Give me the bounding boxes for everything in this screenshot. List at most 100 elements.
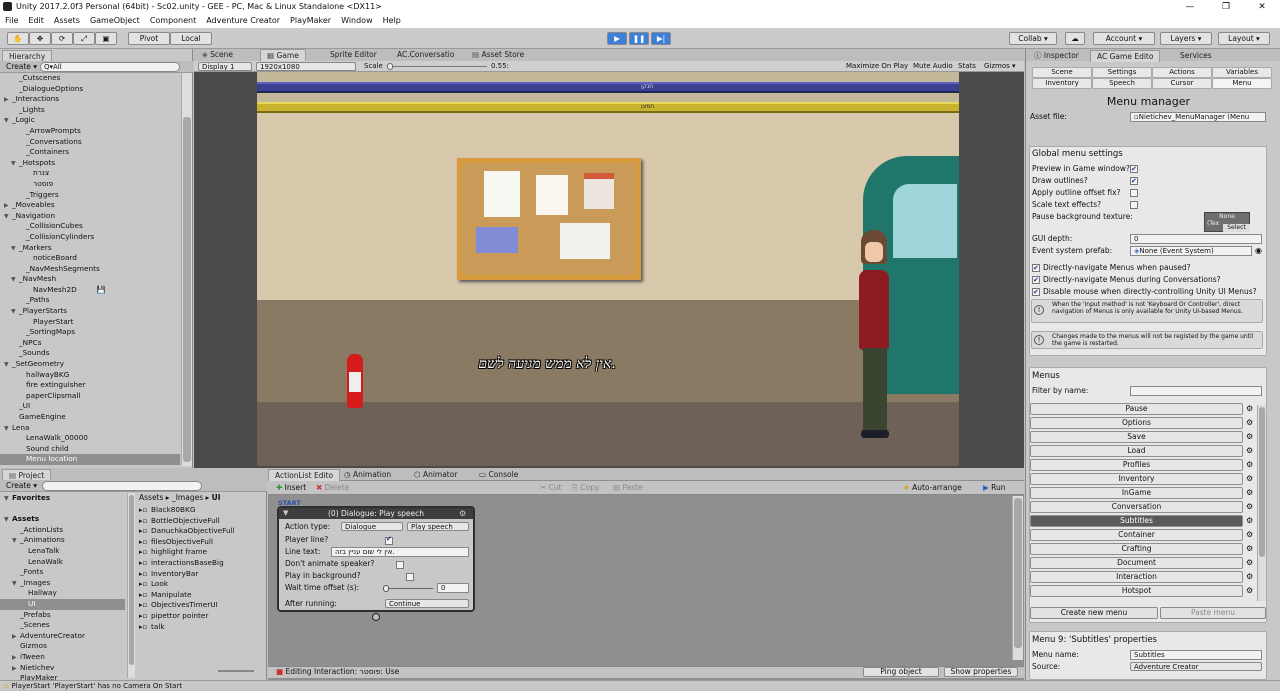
breadcrumb-assets[interactable]: Assets xyxy=(139,493,163,502)
line-text-field[interactable]: אין לי שום עניין בזה. xyxy=(331,547,469,557)
hierarchy-item[interactable]: ▼ _Navigation xyxy=(0,211,180,222)
notice-board[interactable] xyxy=(457,158,641,280)
collapse-arrow-icon[interactable]: ▼ xyxy=(4,424,12,434)
hierarchy-item[interactable]: פוסטר xyxy=(0,179,180,190)
after-running-dropdown[interactable]: Continue xyxy=(385,599,469,608)
hierarchy-item[interactable]: _CollisionCubes xyxy=(0,221,180,232)
menu-entry-document[interactable]: Document xyxy=(1030,557,1243,569)
hierarchy-item[interactable]: ▶ _Moveables xyxy=(0,200,180,211)
hierarchy-item[interactable]: _Containers xyxy=(0,147,180,158)
menu-entry-hotspot[interactable]: Hotspot xyxy=(1030,585,1243,597)
file-item[interactable]: ▸▫ filesObjectiveFull xyxy=(139,537,264,548)
project-folder-item[interactable]: _ActionLists xyxy=(0,525,125,536)
hierarchy-search-input[interactable]: Q▾All xyxy=(40,62,180,72)
asset-file-field[interactable]: ▫Nietichev_MenuManager (Menu xyxy=(1130,112,1266,122)
layers-dropdown[interactable]: Layers ▾ xyxy=(1160,32,1212,45)
menu-entry-subtitles[interactable]: Subtitles xyxy=(1030,515,1243,527)
tab-services[interactable]: Services xyxy=(1174,50,1218,62)
hierarchy-item[interactable]: _Conversations xyxy=(0,137,180,148)
hierarchy-item[interactable]: LenaWalk_00000 xyxy=(0,433,180,444)
file-item[interactable]: ▸▫ Black80BKG xyxy=(139,505,264,516)
menu-entry-profiles[interactable]: Profiles xyxy=(1030,459,1243,471)
account-dropdown[interactable]: Account ▾ xyxy=(1093,32,1155,45)
play-button[interactable]: ▶ xyxy=(607,32,627,45)
menu-gear-icon[interactable]: ⚙ xyxy=(1246,405,1254,413)
minimize-button[interactable]: — xyxy=(1172,0,1208,14)
display-dropdown[interactable]: Display 1 xyxy=(198,62,252,71)
run-button[interactable]: ▶ Run xyxy=(983,481,1006,495)
project-folder-item[interactable]: UI xyxy=(0,598,125,610)
expand-arrow-icon[interactable]: ▶ xyxy=(12,632,20,642)
project-folder-item[interactable]: ▼ Favorites xyxy=(0,493,125,504)
event-prefab-field[interactable]: ◈None (Event System) xyxy=(1130,246,1252,256)
file-item[interactable]: ▸▫ interactionsBaseBig xyxy=(139,558,264,569)
menu-gear-icon[interactable]: ⚙ xyxy=(1246,545,1254,553)
checkbox[interactable] xyxy=(1130,175,1138,187)
file-item[interactable]: ▸▫ highlight frame xyxy=(139,547,264,558)
file-item[interactable]: ▸▫ pipettor pointer xyxy=(139,611,264,622)
collapse-arrow-icon[interactable]: ▼ xyxy=(11,159,19,169)
menu-entry-crafting[interactable]: Crafting xyxy=(1030,543,1243,555)
menu-gear-icon[interactable]: ⚙ xyxy=(1246,419,1254,427)
hierarchy-item[interactable]: _DialogueOptions xyxy=(0,84,180,95)
hierarchy-item[interactable]: _Lights xyxy=(0,105,180,116)
hierarchy-item[interactable]: _ArrowPrompts xyxy=(0,126,180,137)
rect-tool-icon[interactable]: ▣ xyxy=(95,32,117,45)
scale-tool-icon[interactable]: ⤢ xyxy=(73,32,95,45)
menu-gear-icon[interactable]: ⚙ xyxy=(1246,531,1254,539)
checkbox[interactable] xyxy=(1032,274,1040,286)
menu-help[interactable]: Help xyxy=(378,14,406,28)
menu-gear-icon[interactable]: ⚙ xyxy=(1246,503,1254,511)
breadcrumb-ui[interactable]: UI xyxy=(212,493,221,502)
file-item[interactable]: ▸▫ talk xyxy=(139,622,264,633)
hierarchy-item[interactable]: hallwayBKG xyxy=(0,370,180,381)
project-folder-item[interactable]: ▼ _Images xyxy=(0,578,125,589)
project-folder-item[interactable]: _Scenes xyxy=(0,620,125,631)
menu-component[interactable]: Component xyxy=(145,14,201,28)
file-item[interactable]: ▸▫ InventoryBar xyxy=(139,569,264,580)
menu-entry-options[interactable]: Options xyxy=(1030,417,1243,429)
checkbox[interactable] xyxy=(1130,163,1138,175)
menu-gear-icon[interactable]: ⚙ xyxy=(1246,447,1254,455)
hierarchy-item[interactable]: Menu location xyxy=(0,454,180,465)
pause-texture-slot[interactable]: None (Tex Select xyxy=(1204,212,1250,232)
menu-entry-conversation[interactable]: Conversation xyxy=(1030,501,1243,513)
resolution-dropdown[interactable]: 1920x1080 xyxy=(256,62,356,71)
collapse-arrow-icon[interactable]: ▼ xyxy=(11,307,19,317)
project-folder-item[interactable] xyxy=(0,504,125,515)
save-icon[interactable]: 💾 xyxy=(97,285,106,294)
delete-button[interactable]: ✖ Delete xyxy=(316,481,349,495)
hierarchy-item[interactable]: noticeBoard xyxy=(0,253,180,264)
checkbox[interactable] xyxy=(1130,201,1138,209)
menu-gear-icon[interactable]: ⚙ xyxy=(1246,489,1254,497)
auto-arrange-button[interactable]: ★ Auto-arrange xyxy=(903,481,962,495)
action-type-dropdown[interactable]: Dialogue xyxy=(341,522,403,531)
project-folder-item[interactable]: _Fonts xyxy=(0,567,125,578)
hierarchy-item[interactable]: _SortingMaps xyxy=(0,327,180,338)
dialogue-action-node[interactable]: (0) Dialogue: Play speech ▼ ⚙ Action typ… xyxy=(277,506,475,612)
menu-edit[interactable]: Edit xyxy=(23,14,49,28)
move-tool-icon[interactable]: ✥ xyxy=(29,32,51,45)
hierarchy-item[interactable]: GameEngine xyxy=(0,412,180,423)
project-folder-item[interactable]: Gizmos xyxy=(0,641,125,652)
expand-arrow-icon[interactable]: ▶ xyxy=(4,201,12,211)
menu-gear-icon[interactable]: ⚙ xyxy=(1246,573,1254,581)
collapse-arrow-icon[interactable]: ▼ xyxy=(12,536,20,546)
wait-offset-input[interactable]: 0 xyxy=(437,583,469,593)
hierarchy-item[interactable]: ▼ _Hotspots xyxy=(0,158,180,169)
maximize-button[interactable]: ❐ xyxy=(1208,0,1244,14)
lena-character[interactable] xyxy=(853,230,893,442)
menu-entry-inventory[interactable]: Inventory xyxy=(1030,473,1243,485)
menu-gear-icon[interactable]: ⚙ xyxy=(1246,517,1254,525)
menu-name-input[interactable]: Subtitles xyxy=(1130,650,1262,660)
hierarchy-item[interactable]: _Cutscenes xyxy=(0,73,180,84)
hierarchy-item[interactable]: _Triggers xyxy=(0,190,180,201)
hierarchy-item[interactable]: _CollisionCylinders xyxy=(0,232,180,243)
subtab-menu[interactable]: Menu xyxy=(1212,78,1272,89)
tab-asset-store[interactable]: ▤ Asset Store xyxy=(466,49,530,61)
collapse-arrow-icon[interactable]: ▼ xyxy=(11,244,19,254)
layout-dropdown[interactable]: Layout ▾ xyxy=(1218,32,1270,45)
subtab-scene[interactable]: Scene xyxy=(1032,67,1092,78)
tab-console[interactable]: ▭ Console xyxy=(473,469,524,481)
project-search-input[interactable] xyxy=(42,481,202,491)
